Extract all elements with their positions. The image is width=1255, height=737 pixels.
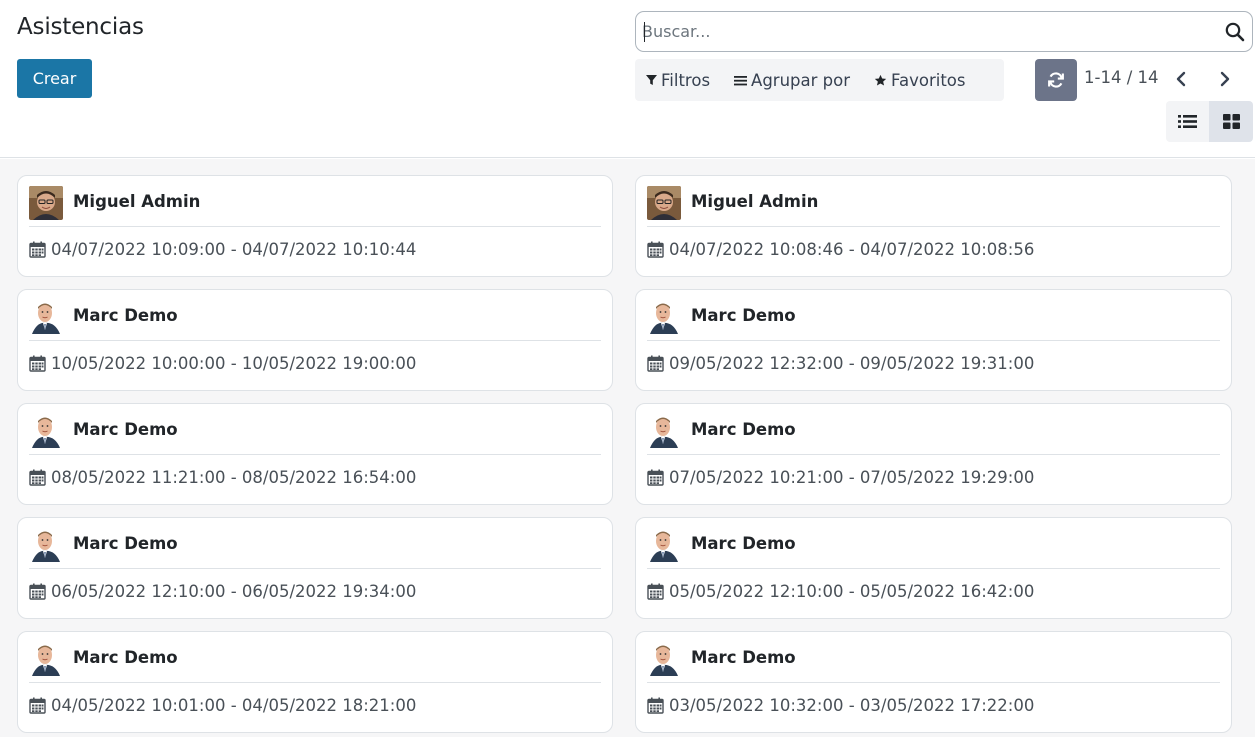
- attendance-period: 10/05/2022 10:00:00 - 10/05/2022 19:00:0…: [51, 354, 417, 373]
- calendar-icon: [29, 469, 46, 490]
- card-divider: [647, 340, 1220, 341]
- filters-button[interactable]: Filtros: [646, 71, 710, 90]
- search-input[interactable]: [642, 18, 1212, 45]
- employee-name: Miguel Admin: [73, 192, 201, 211]
- employee-avatar: [29, 414, 63, 448]
- kanban-record[interactable]: Miguel Admin 04/07/2022 10:09:00 - 04/07…: [17, 175, 613, 277]
- refresh-button[interactable]: [1035, 59, 1077, 101]
- control-panel: Asistencias Crear Filtros Agrupar por Fa…: [0, 0, 1255, 158]
- employee-name: Marc Demo: [73, 420, 178, 439]
- kanban-icon: [1222, 114, 1240, 129]
- employee-avatar: [647, 528, 681, 562]
- calendar-icon: [29, 697, 46, 718]
- calendar-icon: [29, 355, 46, 376]
- list-view-button[interactable]: [1166, 101, 1209, 142]
- kanban-record[interactable]: Marc Demo 09/05/2022 12:32:00 - 09/05/20…: [635, 289, 1232, 391]
- attendance-period: 04/07/2022 10:08:46 - 04/07/2022 10:08:5…: [669, 240, 1035, 259]
- card-divider: [29, 682, 601, 683]
- group-by-button[interactable]: Agrupar por: [734, 71, 850, 90]
- chevron-right-icon: [1220, 71, 1230, 87]
- card-divider: [647, 568, 1220, 569]
- attendance-period: 08/05/2022 11:21:00 - 08/05/2022 16:54:0…: [51, 468, 417, 487]
- calendar-icon: [647, 355, 664, 376]
- employee-name: Marc Demo: [691, 534, 796, 553]
- employee-name: Marc Demo: [73, 534, 178, 553]
- text-cursor: [644, 22, 645, 42]
- card-divider: [29, 568, 601, 569]
- calendar-icon: [29, 241, 46, 262]
- favorites-label: Favoritos: [891, 70, 966, 90]
- employee-name: Miguel Admin: [691, 192, 819, 211]
- attendance-period: 06/05/2022 12:10:00 - 06/05/2022 19:34:0…: [51, 582, 417, 601]
- attendance-period: 04/07/2022 10:09:00 - 04/07/2022 10:10:4…: [51, 240, 417, 259]
- search-icon[interactable]: [1224, 21, 1246, 43]
- kanban-record[interactable]: Marc Demo 04/05/2022 10:01:00 - 04/05/20…: [17, 631, 613, 733]
- employee-avatar: [29, 300, 63, 334]
- employee-avatar: [29, 528, 63, 562]
- employee-name: Marc Demo: [73, 648, 178, 667]
- chevron-left-icon: [1176, 71, 1186, 87]
- attendance-period: 04/05/2022 10:01:00 - 04/05/2022 18:21:0…: [51, 696, 417, 715]
- star-icon: [874, 74, 887, 86]
- employee-name: Marc Demo: [691, 306, 796, 325]
- kanban-view-button[interactable]: [1209, 101, 1253, 142]
- employee-avatar: [647, 414, 681, 448]
- employee-name: Marc Demo: [691, 648, 796, 667]
- card-divider: [29, 340, 601, 341]
- card-divider: [647, 454, 1220, 455]
- employee-name: Marc Demo: [691, 420, 796, 439]
- kanban-view: Miguel Admin 04/07/2022 10:09:00 - 04/07…: [0, 159, 1255, 737]
- pager-next-button[interactable]: [1212, 66, 1238, 92]
- kanban-grid: Miguel Admin 04/07/2022 10:09:00 - 04/07…: [17, 175, 1235, 733]
- group-by-label: Agrupar por: [751, 70, 851, 90]
- employee-avatar: [647, 300, 681, 334]
- kanban-record[interactable]: Marc Demo 08/05/2022 11:21:00 - 08/05/20…: [17, 403, 613, 505]
- card-divider: [647, 226, 1220, 227]
- card-divider: [29, 454, 601, 455]
- kanban-record[interactable]: Marc Demo 06/05/2022 12:10:00 - 06/05/20…: [17, 517, 613, 619]
- pager-value[interactable]: 1-14 / 14: [1084, 68, 1159, 87]
- card-divider: [647, 682, 1220, 683]
- calendar-icon: [647, 241, 664, 262]
- calendar-icon: [29, 583, 46, 604]
- attendance-period: 07/05/2022 10:21:00 - 07/05/2022 19:29:0…: [669, 468, 1035, 487]
- filter-icon: [646, 75, 657, 85]
- create-button[interactable]: Crear: [17, 59, 92, 98]
- employee-avatar: [647, 642, 681, 676]
- pager-previous-button[interactable]: [1168, 66, 1194, 92]
- employee-avatar: [29, 642, 63, 676]
- bars-icon: [734, 75, 748, 85]
- attendance-period: 03/05/2022 10:32:00 - 03/05/2022 17:22:0…: [669, 696, 1035, 715]
- page-title: Asistencias: [17, 14, 144, 40]
- favorites-button[interactable]: Favoritos: [874, 70, 966, 90]
- employee-avatar: [647, 186, 681, 220]
- kanban-record[interactable]: Marc Demo 05/05/2022 12:10:00 - 05/05/20…: [635, 517, 1232, 619]
- calendar-icon: [647, 583, 664, 604]
- calendar-icon: [647, 469, 664, 490]
- search-options: Filtros Agrupar por Favoritos: [635, 59, 1004, 101]
- attendance-period: 05/05/2022 12:10:00 - 05/05/2022 16:42:0…: [669, 582, 1035, 601]
- attendance-period: 09/05/2022 12:32:00 - 09/05/2022 19:31:0…: [669, 354, 1035, 373]
- calendar-icon: [647, 697, 664, 718]
- refresh-icon: [1048, 72, 1064, 88]
- kanban-record[interactable]: Miguel Admin 04/07/2022 10:08:46 - 04/07…: [635, 175, 1232, 277]
- kanban-record[interactable]: Marc Demo 03/05/2022 10:32:00 - 03/05/20…: [635, 631, 1232, 733]
- filters-label: Filtros: [661, 70, 711, 90]
- list-icon: [1178, 115, 1197, 128]
- kanban-record[interactable]: Marc Demo 10/05/2022 10:00:00 - 10/05/20…: [17, 289, 613, 391]
- employee-avatar: [29, 186, 63, 220]
- search-bar[interactable]: [635, 11, 1253, 52]
- kanban-record[interactable]: Marc Demo 07/05/2022 10:21:00 - 07/05/20…: [635, 403, 1232, 505]
- card-divider: [29, 226, 601, 227]
- employee-name: Marc Demo: [73, 306, 178, 325]
